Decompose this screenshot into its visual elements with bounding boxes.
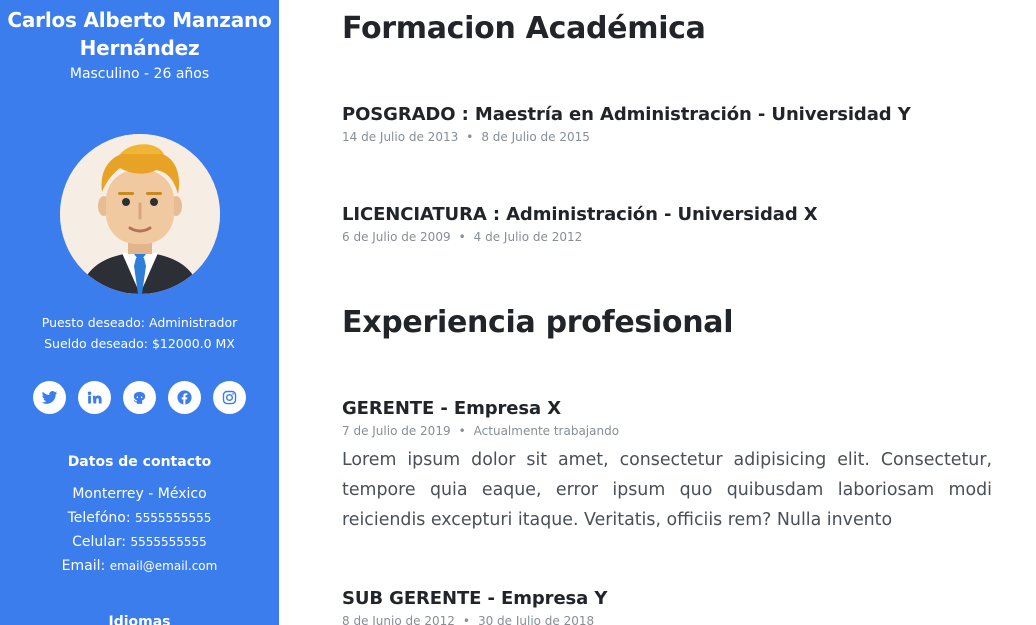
education-entry-dates: 6 de Julio de 2009 • 4 de Julio de 2012 <box>342 229 992 245</box>
education-heading: Formacion Académica <box>342 11 706 46</box>
contact-phone-value: 5555555555 <box>135 511 212 525</box>
experience-heading: Experiencia profesional <box>342 305 734 340</box>
desired-position-label: Puesto deseado: <box>41 315 145 330</box>
contact-location: Monterrey - México <box>72 486 207 502</box>
languages-section-title: Idiomas <box>108 614 171 625</box>
instagram-link[interactable] <box>213 381 246 414</box>
experience-entry-dates: 7 de Julio de 2019 • Actualmente trabajand… <box>342 423 992 439</box>
date-separator: • <box>458 424 466 438</box>
experience-entry: SUB GERENTE - Empresa Y 8 de Junio de 20… <box>342 587 992 625</box>
date-end: Actualmente trabajando <box>473 424 620 438</box>
desired-salary-value: $12000.0 MX <box>151 336 235 351</box>
date-end: 8 de Julio de 2015 <box>481 130 590 144</box>
linkedin-link[interactable] <box>78 381 111 414</box>
contact-email-label: Email: <box>61 558 106 574</box>
education-entry-title: LICENCIATURA : Administración - Universi… <box>342 204 818 225</box>
experience-entry-title: SUB GERENTE - Empresa Y <box>342 588 608 609</box>
contact-email-value: email@email.com <box>109 559 218 573</box>
date-separator: • <box>458 230 466 244</box>
date-separator: • <box>462 614 470 625</box>
twitter-link[interactable] <box>33 381 66 414</box>
contact-cell-value: 5555555555 <box>130 535 207 549</box>
facebook-icon <box>177 390 192 405</box>
education-entry-title: POSGRADO : Maestría en Administración - … <box>342 104 911 125</box>
experience-entry-title: GERENTE - Empresa X <box>342 398 561 419</box>
twitter-icon <box>41 391 58 404</box>
experience-entry: GERENTE - Empresa X 7 de Julio de 2019 • A… <box>342 397 992 535</box>
profile-name: Carlos Alberto Manzano Hernández <box>7 8 272 60</box>
profile-gender-age: Masculino - 26 años <box>69 66 210 82</box>
date-start: 6 de Julio de 2009 <box>342 230 451 244</box>
desired-salary-label: Sueldo deseado: <box>44 336 148 351</box>
contact-email: Email: email@email.com <box>0 554 279 578</box>
profile-sidebar: Carlos Alberto Manzano Hernández Masculi… <box>0 0 279 625</box>
avatar-illustration <box>59 134 220 294</box>
contact-cell-label: Celular: <box>72 534 127 550</box>
desired-salary: Sueldo deseado: $12000.0 MX <box>0 333 279 354</box>
education-entry: POSGRADO : Maestría en Administración - … <box>342 103 992 145</box>
date-start: 7 de Julio de 2019 <box>342 424 451 438</box>
facebook-link[interactable] <box>168 381 201 414</box>
desired-position-value: Administrador <box>148 315 238 330</box>
linkedin-icon <box>87 391 102 404</box>
date-start: 14 de Julio de 2013 <box>342 130 459 144</box>
contact-section-title: Datos de contacto <box>67 454 212 470</box>
job-preferences: Puesto deseado: Administrador Sueldo des… <box>0 312 279 354</box>
instagram-icon <box>222 390 237 405</box>
date-end: 4 de Julio de 2012 <box>473 230 583 244</box>
education-entry: LICENCIATURA : Administración - Universi… <box>342 203 992 245</box>
avatar <box>59 134 220 294</box>
date-start: 8 de Junio de 2012 <box>342 614 455 625</box>
contact-cell: Celular: 5555555555 <box>0 530 279 554</box>
contact-details: Monterrey - México Telefóno: 5555555555 … <box>0 482 279 578</box>
social-links <box>0 381 279 414</box>
education-entry-dates: 14 de Julio de 2013 • 8 de Julio de 2015 <box>342 129 992 145</box>
date-separator: • <box>466 130 474 144</box>
desired-position: Puesto deseado: Administrador <box>0 312 279 333</box>
experience-entry-description: Lorem ipsum dolor sit amet, consectetur … <box>342 450 992 530</box>
contact-phone: Telefóno: 5555555555 <box>0 506 279 530</box>
github-link[interactable] <box>123 381 156 414</box>
contact-phone-label: Telefóno: <box>67 510 131 526</box>
date-end: 30 de Julio de 2018 <box>477 614 595 625</box>
github-icon <box>133 391 146 404</box>
experience-entry-dates: 8 de Junio de 2012 • 30 de Julio de 2018 <box>342 613 992 625</box>
